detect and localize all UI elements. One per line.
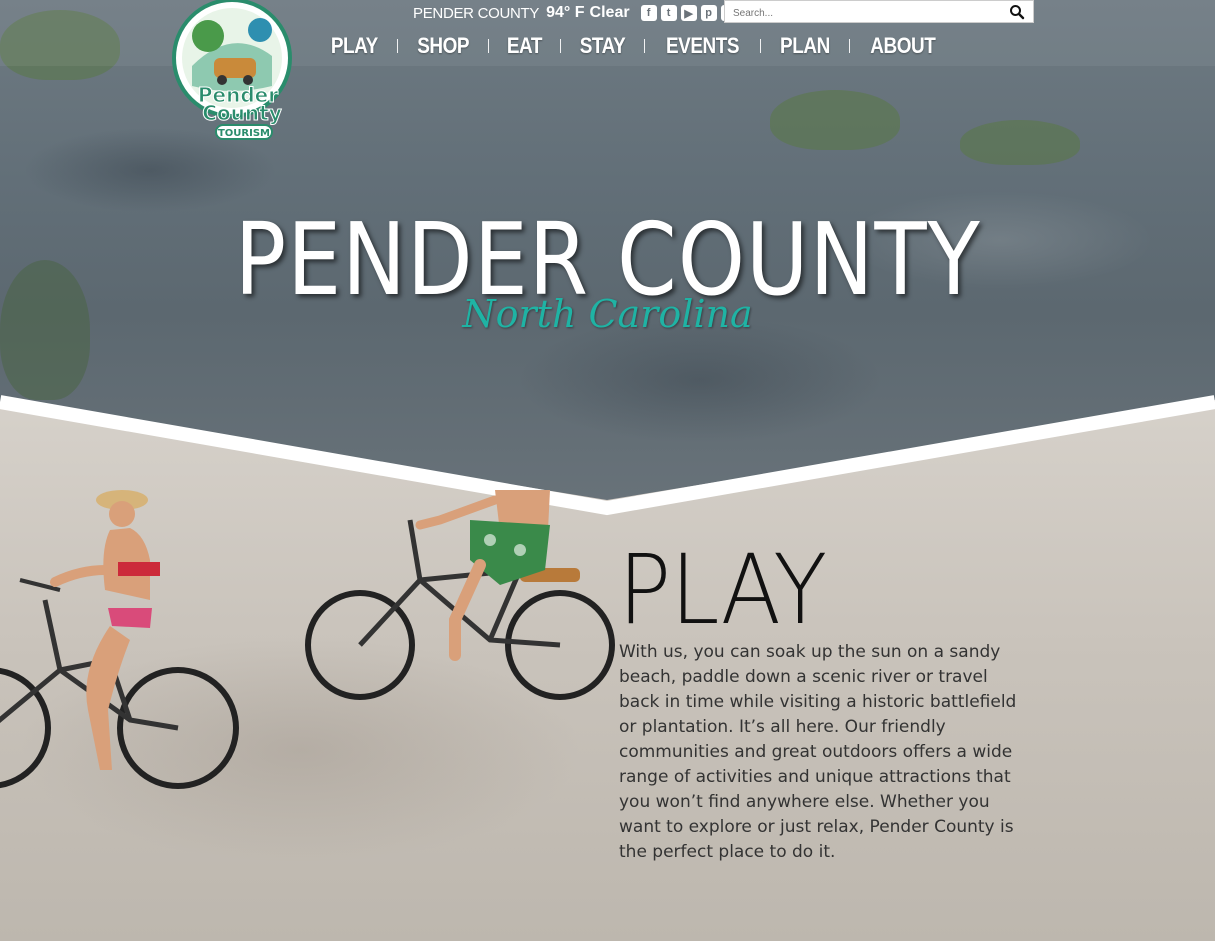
weather-temperature: 94° F xyxy=(546,4,585,21)
search-box xyxy=(724,0,1034,24)
nav-about[interactable]: ABOUT xyxy=(857,33,948,59)
nav-shop[interactable]: SHOP xyxy=(404,33,482,59)
social-links: f t ▶ p ◎ xyxy=(640,5,737,21)
bicyclists-photo xyxy=(0,490,615,789)
nav-play[interactable]: PLAY xyxy=(318,33,391,59)
nav-eat[interactable]: EAT xyxy=(494,33,555,59)
grass-decoration xyxy=(770,90,900,150)
nav-separator xyxy=(759,39,761,53)
weather-condition: Clear xyxy=(589,4,630,21)
pender-county-tourism-logo[interactable]: Pender County TOURISM xyxy=(172,0,302,142)
logo-line2: County xyxy=(202,101,282,125)
nav-separator xyxy=(488,39,490,53)
search-icon[interactable] xyxy=(1009,4,1025,20)
hero-subtitle: North Carolina xyxy=(462,292,753,336)
weather-county: PENDER COUNTY xyxy=(413,4,540,22)
facebook-icon[interactable]: f xyxy=(640,5,657,21)
nav-separator xyxy=(848,39,850,53)
twitter-icon[interactable]: t xyxy=(660,5,677,21)
nav-separator xyxy=(643,39,645,53)
pinterest-icon[interactable]: p xyxy=(700,5,717,21)
nav-separator xyxy=(396,39,398,53)
nav-separator xyxy=(559,39,561,53)
nav-plan[interactable]: PLAN xyxy=(767,33,843,59)
search-input[interactable] xyxy=(725,3,993,24)
logo-line3: TOURISM xyxy=(218,128,270,139)
play-description: With us, you can soak up the sun on a sa… xyxy=(619,642,1017,862)
grass-decoration xyxy=(960,120,1080,165)
weather-widget: PENDER COUNTY 94° F Clear f t ▶ p ◎ xyxy=(413,3,737,23)
youtube-icon[interactable]: ▶ xyxy=(680,5,697,21)
play-heading: PLAY xyxy=(618,534,827,646)
nav-stay[interactable]: STAY xyxy=(567,33,638,59)
main-nav: PLAY SHOP EAT STAY EVENTS PLAN ABOUT xyxy=(312,33,956,59)
nav-events[interactable]: EVENTS xyxy=(653,33,752,59)
